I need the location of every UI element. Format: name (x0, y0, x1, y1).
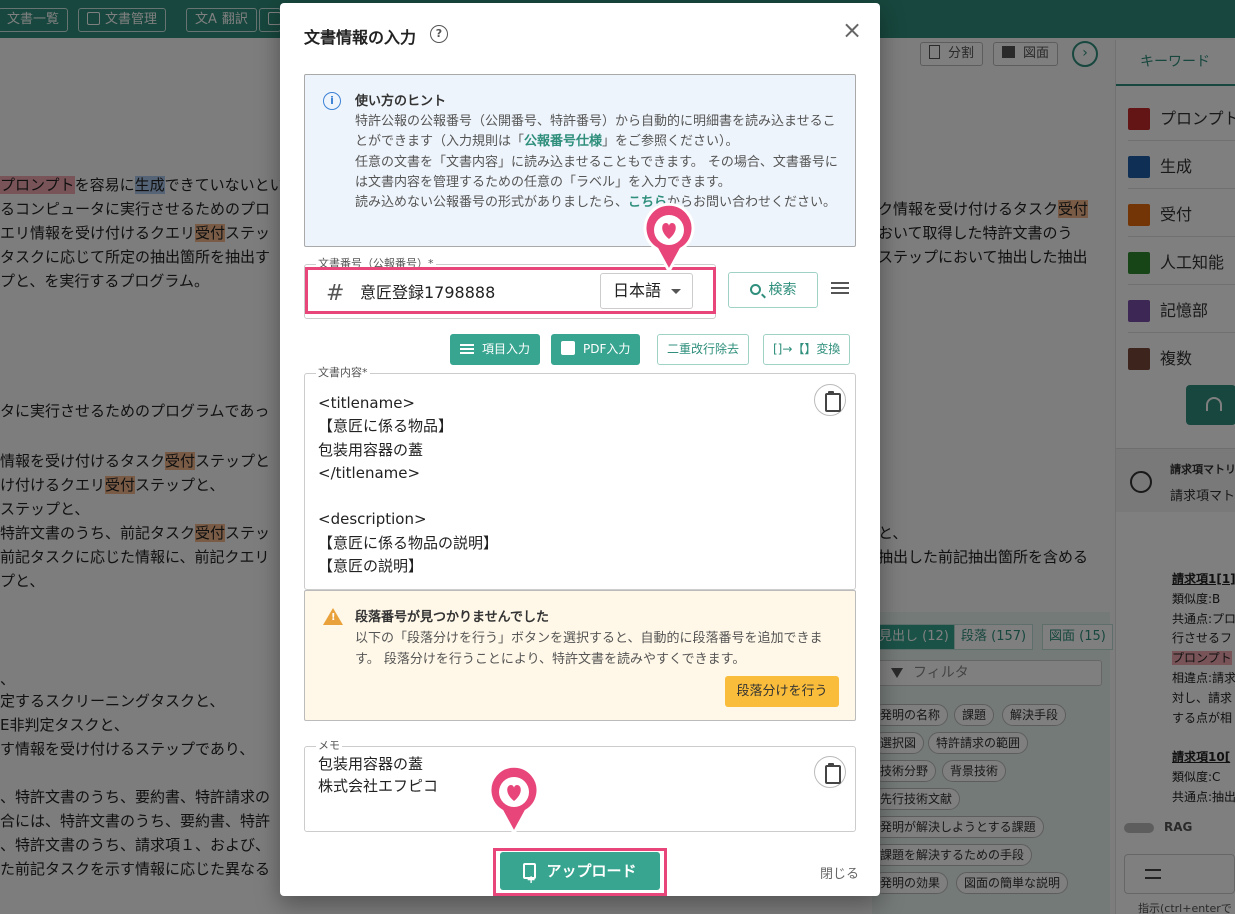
search-icon (749, 284, 761, 295)
close-icon[interactable]: × (840, 18, 864, 43)
dialog-title: 文書情報の入力 (304, 28, 417, 47)
close-button[interactable]: 閉じる (820, 863, 859, 882)
caret-down-icon (671, 289, 681, 294)
language-value: 日本語 (613, 281, 662, 300)
content-line: <titlename> (318, 394, 416, 412)
hint-text: 読み込めない公報番号の形式がありましたら、 (355, 195, 629, 211)
hash-icon: # (326, 281, 345, 306)
list-icon (460, 344, 474, 354)
spec-link[interactable]: 公報番号仕様 (524, 134, 602, 149)
pdf-icon (561, 341, 575, 355)
document-info-dialog: 文書情報の入力 ? × i 使い方のヒント 特許公報の公報番号（公開番号、特許番… (280, 3, 880, 899)
hint-paragraph: 特許公報の公報番号（公開番号、特許番号）から自動的に明細書を読み込ませることがで… (355, 112, 841, 153)
content-line: 包装用容器の蓋 (318, 440, 424, 459)
content-line (318, 485, 498, 508)
language-select[interactable]: 日本語 (600, 273, 693, 309)
info-icon: i (323, 92, 341, 110)
hint-title: 使い方のヒント (355, 94, 447, 109)
content-line: 【意匠の説明】 (318, 557, 424, 576)
warning-body: 以下の「段落分けを行う」ボタンを選択すると、自動的に段落番号を追加できます。 段… (355, 631, 823, 667)
hint-paragraph: 任意の文書を「文書内容」に読み込ませることもできます。 その場合、文書番号には文… (355, 154, 838, 190)
item-input-button[interactable]: 項目入力 (450, 334, 541, 365)
pdf-input-button[interactable]: PDF入力 (551, 334, 641, 365)
content-line: </titlename> (318, 463, 421, 482)
search-button[interactable]: 検索 (728, 272, 818, 308)
search-label: 検索 (768, 282, 797, 298)
memo-label: メモ (316, 737, 342, 753)
hint-text: 」をご参照ください）。 (602, 134, 739, 150)
content-line: 【意匠に係る物品】 (318, 417, 454, 436)
doc-content-text[interactable]: <titlename> 【意匠に係る物品】 包装用容器の蓋 </titlename> <… (318, 392, 498, 578)
warning-title: 段落番号が見つかりませんでした (355, 610, 549, 625)
split-paragraphs-button[interactable]: 段落分けを行う (725, 676, 839, 707)
memo-line: 株式会社エフピコ (318, 777, 439, 795)
upload-label: アップロード (546, 862, 637, 880)
heart-pin-icon (488, 765, 540, 835)
content-line: 【意匠に係る物品の説明】 (318, 533, 499, 552)
upload-button[interactable]: アップロード (500, 852, 660, 899)
hint-paragraph: 読み込めない公報番号の形式がありましたら、こちらからお問い合わせください。 (355, 193, 841, 213)
usage-hint: i 使い方のヒント 特許公報の公報番号（公開番号、特許番号）から自動的に明細書を… (304, 74, 856, 247)
item-input-label: 項目入力 (482, 342, 531, 356)
hint-body: 特許公報の公報番号（公開番号、特許番号）から自動的に明細書を読み込ませることがで… (355, 112, 841, 213)
paragraph-warning: 段落番号が見つかりませんでした 以下の「段落分けを行う」ボタンを選択すると、自動… (304, 590, 856, 721)
memo-text[interactable]: 包装用容器の蓋 株式会社エフピコ (318, 753, 438, 797)
memo-clipboard-icon[interactable] (814, 756, 846, 788)
content-line: <description> (318, 510, 427, 529)
bracket-convert-button[interactable]: []→【】変換 (763, 334, 851, 365)
memo-line: 包装用容器の蓋 (318, 755, 424, 773)
warning-icon (323, 608, 343, 625)
menu-icon[interactable] (831, 282, 849, 294)
heart-pin-icon (643, 203, 695, 273)
file-add-icon (523, 861, 537, 899)
help-icon[interactable]: ? (430, 25, 448, 43)
pdf-input-label: PDF入力 (583, 342, 631, 356)
doc-number-input[interactable] (360, 278, 590, 304)
doc-content-label: 文書内容* (316, 364, 370, 380)
remove-double-newline-button[interactable]: 二重改行除去 (657, 334, 750, 365)
clipboard-icon[interactable] (814, 384, 846, 416)
